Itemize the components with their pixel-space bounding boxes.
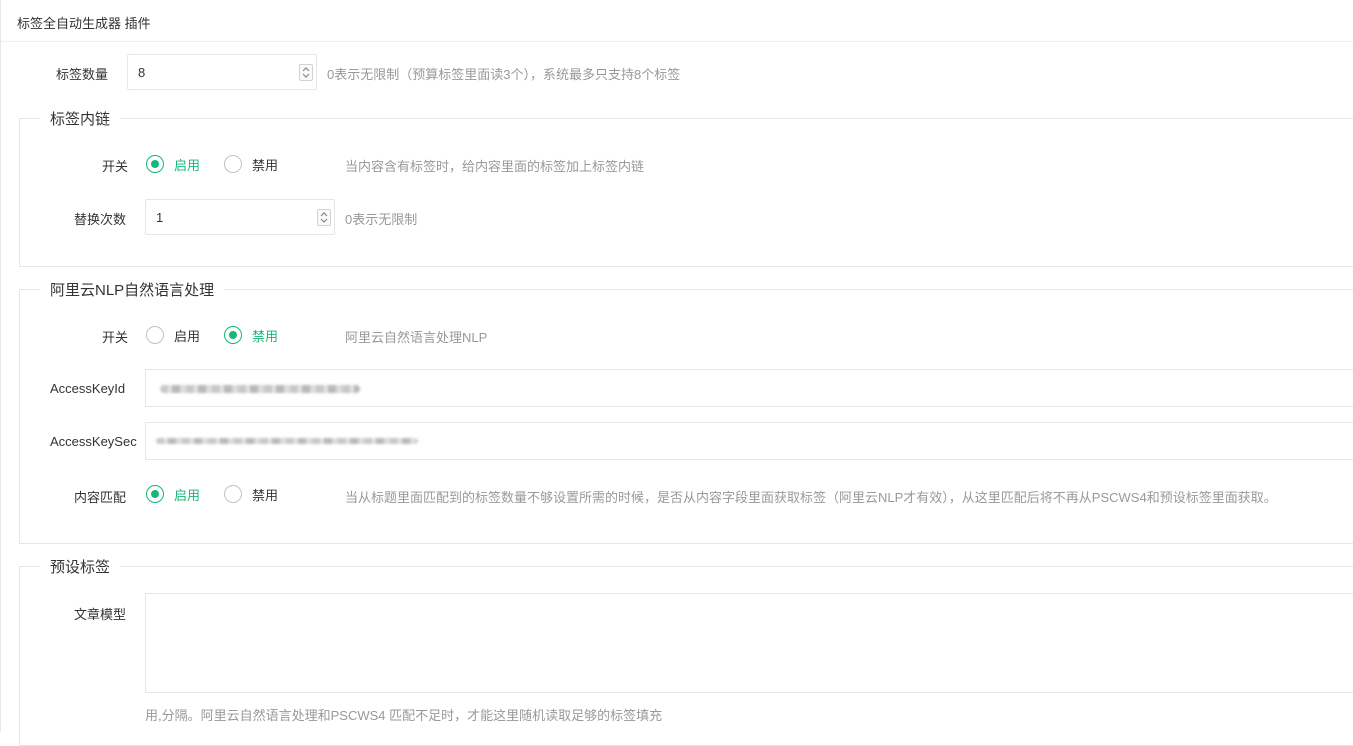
radio-label: 启用 bbox=[174, 328, 201, 344]
radio-checked-icon bbox=[146, 485, 164, 503]
radio-label: 启用 bbox=[174, 487, 201, 503]
access-key-id-input[interactable] bbox=[145, 369, 1353, 407]
tag-count-label: 标签数量 bbox=[56, 67, 109, 82]
tag-count-hint: 0表示无限制（预算标签里面读3个），系统最多只支持8个标签 bbox=[327, 67, 681, 82]
inner-link-switch-label: 开关 bbox=[102, 159, 129, 174]
access-key-secret-label: AccessKeySec bbox=[50, 434, 137, 449]
access-key-secret-input[interactable] bbox=[145, 422, 1353, 460]
content-match-label: 内容匹配 bbox=[74, 490, 127, 505]
radio-checked-icon bbox=[224, 326, 242, 344]
article-model-textarea[interactable] bbox=[145, 593, 1353, 693]
inner-link-fieldset: 标签内链 bbox=[19, 108, 1353, 267]
inner-link-legend: 标签内链 bbox=[50, 111, 111, 128]
radio-label: 禁用 bbox=[252, 487, 279, 503]
replace-count-input[interactable]: 1 bbox=[145, 199, 335, 235]
page-title: 标签全自动生成器 插件 bbox=[17, 16, 151, 31]
masked-value bbox=[160, 385, 360, 393]
inner-link-enable-radio[interactable]: 启用 bbox=[146, 153, 200, 175]
nlp-switch-hint: 阿里云自然语言处理NLP bbox=[345, 330, 488, 345]
radio-unchecked-icon bbox=[224, 485, 242, 503]
number-stepper[interactable] bbox=[317, 209, 331, 226]
nlp-legend: 阿里云NLP自然语言处理 bbox=[50, 282, 215, 299]
radio-unchecked-icon bbox=[224, 155, 242, 173]
preset-hint: 用,分隔。阿里云自然语言处理和PSCWS4 匹配不足时，才能这里随机读取足够的标… bbox=[145, 708, 663, 723]
nlp-switch-label: 开关 bbox=[102, 330, 129, 345]
page-header: 标签全自动生成器 插件 bbox=[1, 0, 1353, 42]
stepper-arrows-icon bbox=[320, 212, 328, 223]
article-model-label: 文章模型 bbox=[74, 607, 127, 622]
masked-value bbox=[156, 438, 418, 444]
content-match-hint: 当从标题里面匹配到的标签数量不够设置所需的时候，是否从内容字段里面获取标签（阿里… bbox=[345, 490, 1277, 505]
access-key-id-label: AccessKeyId bbox=[50, 381, 126, 396]
radio-unchecked-icon bbox=[146, 326, 164, 344]
left-border bbox=[0, 0, 1, 732]
radio-checked-icon bbox=[146, 155, 164, 173]
number-stepper[interactable] bbox=[299, 64, 313, 81]
replace-count-hint: 0表示无限制 bbox=[345, 212, 418, 227]
content-match-enable-radio[interactable]: 启用 bbox=[146, 483, 200, 505]
radio-label: 启用 bbox=[174, 157, 201, 173]
inner-link-switch-hint: 当内容含有标签时，给内容里面的标签加上标签内链 bbox=[345, 159, 645, 174]
radio-label: 禁用 bbox=[252, 157, 279, 173]
replace-count-label: 替换次数 bbox=[74, 212, 127, 227]
nlp-enable-radio[interactable]: 启用 bbox=[146, 324, 200, 346]
stepper-arrows-icon bbox=[302, 67, 310, 78]
nlp-disable-radio[interactable]: 禁用 bbox=[224, 324, 278, 346]
radio-label: 禁用 bbox=[252, 328, 279, 344]
tag-count-input[interactable]: 8 bbox=[127, 54, 317, 90]
inner-link-disable-radio[interactable]: 禁用 bbox=[224, 153, 278, 175]
replace-count-value: 1 bbox=[156, 210, 164, 225]
content-match-disable-radio[interactable]: 禁用 bbox=[224, 483, 278, 505]
tag-count-value: 8 bbox=[138, 65, 146, 80]
preset-legend: 预设标签 bbox=[50, 559, 111, 576]
